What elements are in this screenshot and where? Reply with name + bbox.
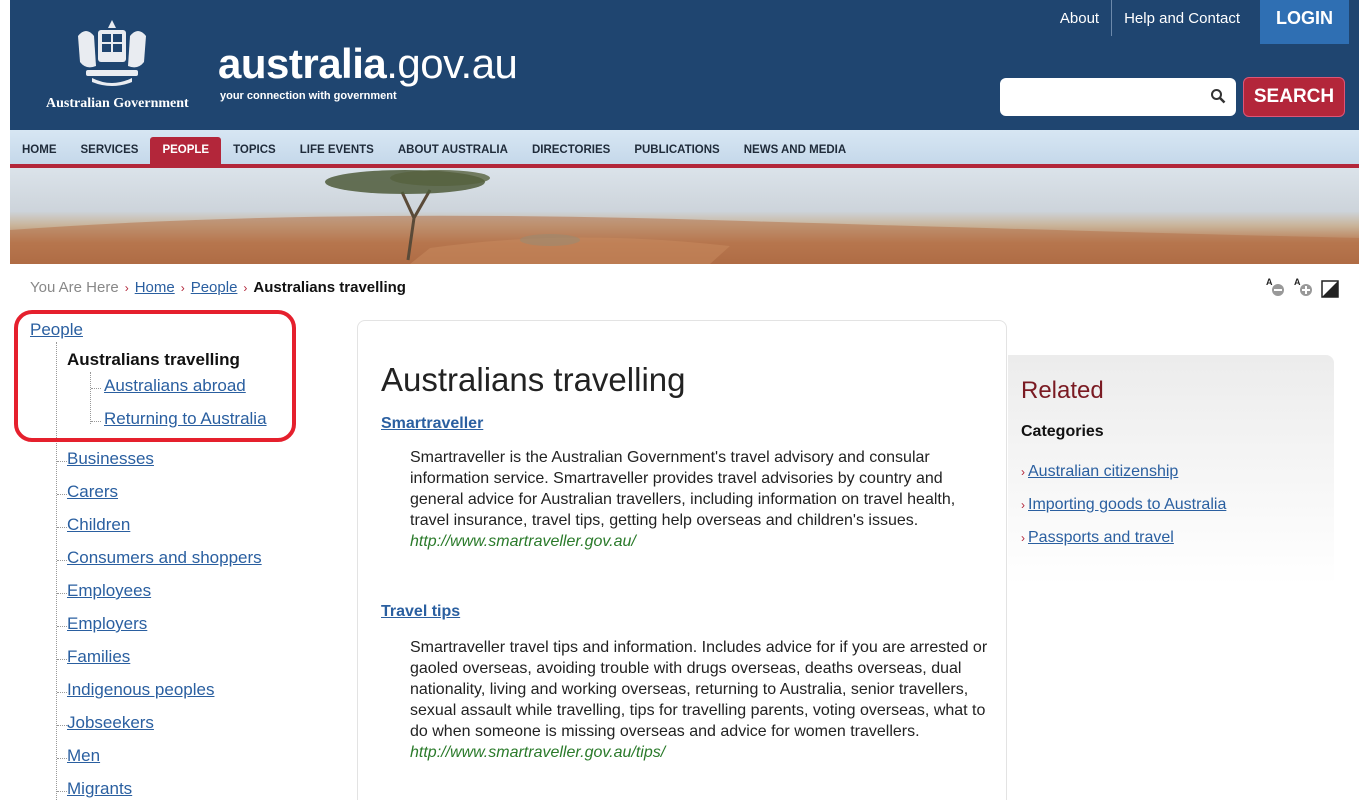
leftnav-jobseekers[interactable]: Jobseekers	[67, 713, 154, 733]
help-contact-link[interactable]: Help and Contact	[1112, 0, 1252, 36]
brand-tagline: your connection with government	[220, 90, 397, 102]
nav-publications[interactable]: PUBLICATIONS	[622, 144, 731, 164]
increase-text-size-icon[interactable]: A	[1293, 276, 1315, 298]
breadcrumb-people[interactable]: People	[191, 279, 238, 296]
site-header: Australian Government australia.gov.au y…	[10, 0, 1359, 130]
nav-home[interactable]: HOME	[10, 144, 69, 164]
entry-url[interactable]: http://www.smartraveller.gov.au/tips/	[410, 742, 990, 763]
entry-description: Smartraveller travel tips and informatio…	[410, 639, 988, 740]
nav-directories[interactable]: DIRECTORIES	[520, 144, 622, 164]
entry-url[interactable]: http://www.smartraveller.gov.au/	[410, 531, 990, 552]
breadcrumb-current: Australians travelling	[253, 279, 406, 296]
search-input[interactable]	[1000, 78, 1236, 116]
hero-banner	[10, 168, 1359, 264]
leftnav-men[interactable]: Men	[67, 746, 100, 766]
related-title: Related	[1021, 377, 1104, 404]
nav-services[interactable]: SERVICES	[69, 144, 151, 164]
nav-life-events[interactable]: LIFE EVENTS	[288, 144, 386, 164]
decrease-text-size-icon[interactable]: A	[1265, 276, 1287, 298]
related-importing-goods[interactable]: Importing goods to Australia	[1028, 496, 1226, 513]
coat-of-arms-icon	[78, 20, 146, 86]
leftnav-businesses[interactable]: Businesses	[67, 449, 154, 469]
leftnav-families[interactable]: Families	[67, 647, 130, 667]
leftnav-indigenous-peoples[interactable]: Indigenous peoples	[67, 680, 214, 700]
related-item: › Passports and travel	[1021, 529, 1174, 547]
breadcrumb-home[interactable]: Home	[135, 279, 175, 296]
site-logo[interactable]: australia.gov.au your connection with go…	[218, 40, 518, 102]
chevron-right-icon: ›	[180, 280, 185, 295]
search-icon	[1211, 89, 1226, 104]
leftnav-employees[interactable]: Employees	[67, 581, 151, 601]
entry-description: Smartraveller is the Australian Governme…	[410, 449, 956, 529]
related-australian-citizenship[interactable]: Australian citizenship	[1028, 463, 1178, 480]
page-tools: A A	[1265, 276, 1339, 298]
leftnav-migrants[interactable]: Migrants	[67, 779, 132, 799]
nav-about-australia[interactable]: ABOUT AUSTRALIA	[386, 144, 520, 164]
nav-people[interactable]: PEOPLE	[150, 137, 222, 164]
government-crest[interactable]: Australian Government	[30, 8, 200, 111]
related-item: › Australian citizenship	[1021, 463, 1178, 481]
chevron-right-icon: ›	[243, 280, 248, 295]
leftnav-consumers-and-shoppers[interactable]: Consumers and shoppers	[67, 548, 262, 568]
svg-text:A: A	[1266, 277, 1273, 287]
breadcrumb-prefix: You Are Here	[30, 279, 119, 296]
leftnav-carers[interactable]: Carers	[67, 482, 118, 502]
related-subtitle: Categories	[1021, 423, 1104, 440]
chevron-right-icon: ›	[1021, 531, 1025, 545]
brand-domain: .gov.au	[386, 40, 518, 87]
desert-tree-image	[10, 170, 1359, 264]
login-button[interactable]: LOGIN	[1260, 0, 1349, 44]
svg-text:A: A	[1294, 277, 1301, 287]
utility-links: About Help and Contact LOGIN	[1048, 0, 1359, 44]
nav-topics[interactable]: TOPICS	[221, 144, 288, 164]
entry-body: Smartraveller is the Australian Governme…	[410, 447, 990, 552]
related-item: › Importing goods to Australia	[1021, 496, 1226, 514]
brand-bold: australia	[218, 40, 387, 87]
leftnav-employers[interactable]: Employers	[67, 614, 147, 634]
main-nav: HOME SERVICES PEOPLE TOPICS LIFE EVENTS …	[10, 130, 1359, 168]
nav-news-and-media[interactable]: NEWS AND MEDIA	[732, 144, 858, 164]
entry-title-travel-tips[interactable]: Travel tips	[381, 603, 460, 621]
contrast-icon[interactable]	[1321, 276, 1339, 298]
entry-body: Smartraveller travel tips and informatio…	[410, 637, 990, 763]
search-button[interactable]: SEARCH	[1243, 77, 1345, 117]
leftnav-children[interactable]: Children	[67, 515, 130, 535]
main-content: Australians travelling Smartraveller Sma…	[357, 320, 1007, 800]
page-title: Australians travelling	[381, 361, 686, 398]
chevron-right-icon: ›	[1021, 498, 1025, 512]
related-panel: Related Categories › Australian citizensh…	[1008, 355, 1334, 585]
chevron-right-icon: ›	[1021, 465, 1025, 479]
breadcrumb: You Are Here › Home › People › Australia…	[30, 279, 406, 296]
highlight-annotation	[14, 310, 296, 442]
chevron-right-icon: ›	[124, 280, 129, 295]
related-passports-and-travel[interactable]: Passports and travel	[1028, 529, 1174, 546]
about-link[interactable]: About	[1048, 0, 1113, 36]
entry-title-smartraveller[interactable]: Smartraveller	[381, 415, 483, 433]
government-name: Australian Government	[46, 96, 189, 111]
